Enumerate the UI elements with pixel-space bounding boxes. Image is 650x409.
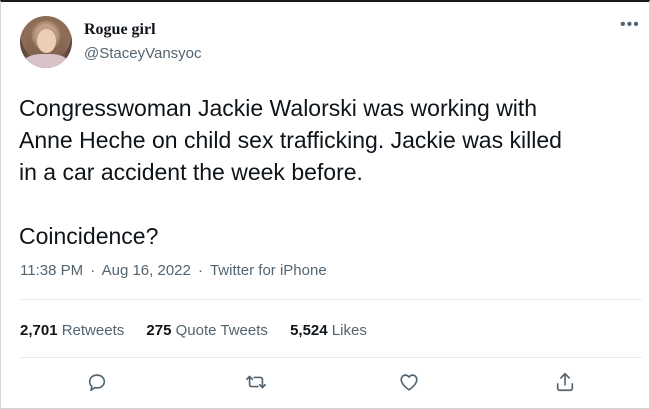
avatar[interactable]: [20, 16, 72, 68]
likes-label: Likes: [331, 322, 367, 339]
divider: [20, 299, 642, 300]
reply-button[interactable]: [85, 370, 109, 394]
retweets-count: 2,701: [20, 322, 58, 339]
quote-tweets-label: Quote Tweets: [175, 322, 268, 339]
tweet-card: Rogue girl @StaceyVansyoc ••• Congresswo…: [0, 0, 650, 409]
retweet-icon: [246, 375, 266, 389]
likes-count: 5,524: [290, 322, 328, 339]
tweet-text: Congresswoman Jackie Walorski was workin…: [19, 95, 562, 249]
tweet-source[interactable]: Twitter for iPhone: [210, 262, 327, 279]
like-button[interactable]: [397, 370, 421, 394]
retweet-button[interactable]: [244, 370, 268, 394]
tweet-date[interactable]: Aug 16, 2022: [102, 262, 191, 279]
meta-separator: ·: [198, 262, 204, 279]
retweets-stat[interactable]: 2,701 Retweets: [20, 322, 124, 339]
meta-separator: ·: [90, 262, 96, 279]
share-button[interactable]: [553, 370, 577, 394]
tweet-stats: 2,701 Retweets 275 Quote Tweets 5,524 Li…: [20, 322, 385, 339]
quote-tweets-stat[interactable]: 275 Quote Tweets: [146, 322, 267, 339]
divider: [20, 357, 642, 358]
reply-icon: [88, 374, 106, 392]
retweets-label: Retweets: [61, 322, 125, 339]
share-icon: [556, 372, 574, 392]
avatar-face: [37, 29, 56, 53]
quote-tweets-count: 275: [146, 322, 172, 339]
likes-stat[interactable]: 5,524 Likes: [290, 322, 367, 339]
tweet-time[interactable]: 11:38 PM: [20, 262, 83, 279]
more-horizontal-icon[interactable]: •••: [620, 17, 640, 33]
tweet-meta: 11:38 PM · Aug 16, 2022 · Twitter for iP…: [20, 262, 327, 279]
like-icon: [400, 374, 418, 391]
author-handle[interactable]: @StaceyVansyoc: [84, 45, 202, 62]
avatar-shirt: [24, 54, 68, 68]
action-bar: [1, 370, 650, 400]
author-display-name[interactable]: Rogue girl: [84, 21, 156, 39]
